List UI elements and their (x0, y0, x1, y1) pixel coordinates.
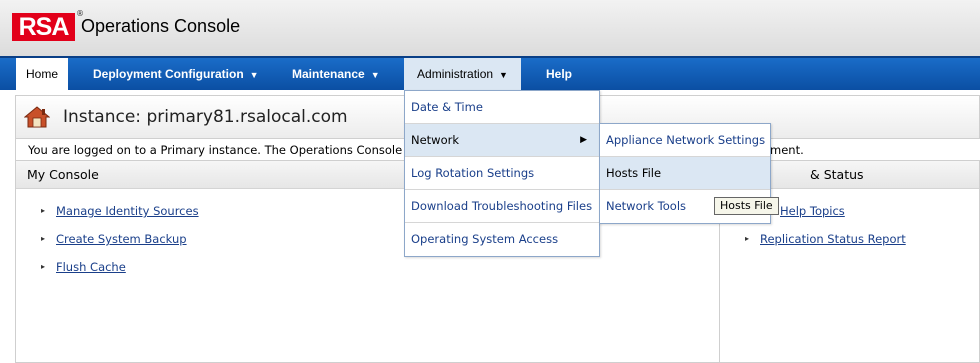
app-title: Operations Console (81, 16, 241, 36)
nav-help-label: Help (546, 67, 573, 81)
menu-item-label: Log Rotation Settings (411, 166, 535, 180)
bullet-icon: ▸ (745, 234, 750, 243)
menu-item-label: Network Tools (606, 199, 687, 213)
create-system-backup-link[interactable]: Create System Backup (56, 232, 187, 246)
administration-menu: Date & Time Network ▶ Log Rotation Settin… (404, 90, 600, 257)
nav-help[interactable]: Help (546, 58, 572, 90)
menu-item-label: Date & Time (411, 100, 483, 114)
rsa-logo: RSA (12, 13, 75, 41)
menu-item-operating-system-access[interactable]: Operating System Access (405, 223, 599, 256)
hosts-file-tooltip: Hosts File (714, 197, 779, 215)
nav-deployment-configuration-label: Deployment Configuration (93, 67, 244, 81)
menu-item-download-troubleshooting-files[interactable]: Download Troubleshooting Files (405, 190, 599, 223)
main-nav: Home Deployment Configuration ▼ Maintenan… (0, 56, 980, 90)
list-item: ▸ Create System Backup (16, 229, 719, 257)
menu-item-label: Network (411, 133, 460, 147)
manage-identity-sources-link[interactable]: Manage Identity Sources (56, 204, 199, 218)
menu-item-label: Appliance Network Settings (606, 133, 766, 147)
house-icon (24, 106, 50, 128)
nav-maintenance-label: Maintenance (292, 67, 365, 81)
menu-item-label: Hosts File (606, 166, 662, 180)
nav-administration-label: Administration (417, 67, 494, 81)
list-item: ▸ Flush Cache (16, 257, 719, 285)
caret-down-icon: ▼ (370, 70, 380, 80)
nav-maintenance[interactable]: Maintenance ▼ (292, 58, 380, 90)
replication-status-report-link[interactable]: Replication Status Report (760, 232, 906, 246)
help-topics-link[interactable]: Help Topics (780, 204, 845, 218)
submenu-arrow-icon: ▶ (580, 135, 587, 145)
bullet-icon: ▸ (41, 234, 46, 243)
menu-item-label: Operating System Access (411, 232, 559, 246)
app-header: RSA ® Operations Console (0, 0, 980, 56)
nav-deployment-configuration[interactable]: Deployment Configuration ▼ (93, 58, 259, 90)
list-item: ▸ Replication Status Report (720, 229, 979, 257)
nav-home[interactable]: Home (16, 58, 68, 90)
menu-item-hosts-file[interactable]: Hosts File (600, 157, 770, 190)
menu-item-log-rotation-settings[interactable]: Log Rotation Settings (405, 157, 599, 190)
bullet-icon: ▸ (41, 262, 46, 271)
flush-cache-link[interactable]: Flush Cache (56, 260, 126, 274)
nav-administration[interactable]: Administration ▼ (404, 58, 521, 90)
bullet-icon: ▸ (41, 206, 46, 215)
caret-down-icon: ▼ (249, 70, 259, 80)
menu-item-date-time[interactable]: Date & Time (405, 91, 599, 124)
menu-item-label: Download Troubleshooting Files (411, 199, 593, 213)
menu-item-appliance-network-settings[interactable]: Appliance Network Settings (600, 124, 770, 157)
logon-message-tail: ment. (770, 143, 804, 157)
instance-title: Instance: primary81.rsalocal.com (63, 107, 348, 127)
caret-down-icon: ▼ (499, 70, 508, 80)
nav-home-label: Home (25, 67, 58, 81)
menu-item-network[interactable]: Network ▶ (405, 124, 599, 157)
